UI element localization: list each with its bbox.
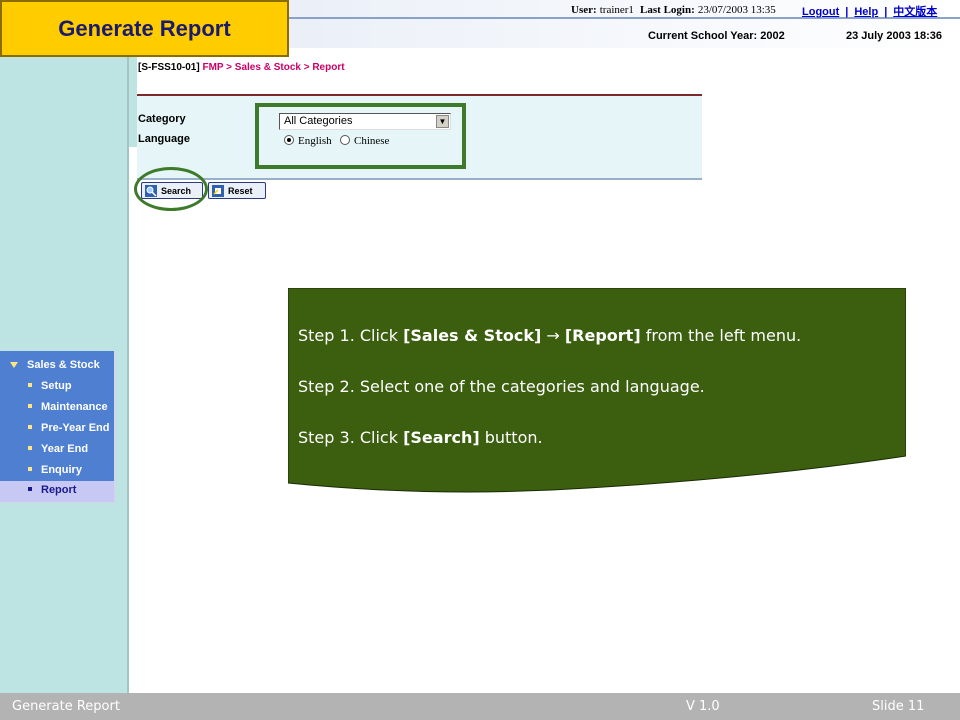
reset-button-label: Reset — [228, 185, 253, 196]
link-separator: | — [845, 6, 849, 18]
user-info: User: trainer1 Last Login: 23/07/2003 13… — [571, 4, 776, 16]
step-1-menu: [Sales & Stock] — [403, 326, 542, 345]
bullet-icon — [28, 404, 32, 408]
screen-code: [S-FSS10-01] — [138, 62, 200, 73]
step-1-suffix: from the left menu. — [640, 326, 802, 345]
reset-button[interactable]: Reset — [208, 182, 266, 199]
category-label: Category — [138, 113, 186, 125]
triangle-down-icon — [10, 362, 18, 369]
step-1-prefix: Step 1. Click — [298, 326, 404, 345]
language-label: Language — [138, 133, 190, 145]
sidebar-item-label: Pre-Year End — [41, 422, 110, 434]
bullet-icon — [28, 487, 32, 491]
school-year: Current School Year: 2002 — [648, 30, 785, 42]
footer-version: V 1.0 — [686, 699, 720, 714]
sidebar-item-year-end[interactable]: Year End — [0, 440, 114, 461]
sidebar-menu: Sales & Stock Setup Maintenance Pre-Year… — [0, 351, 116, 503]
footer-slide-number: Slide 11 — [872, 699, 925, 714]
chinese-version-link[interactable]: 中文版本 — [893, 6, 937, 18]
bullet-icon — [28, 383, 32, 387]
bullet-icon — [28, 446, 32, 450]
sidebar-title[interactable]: Sales & Stock — [10, 359, 100, 371]
link-separator: | — [884, 6, 888, 18]
sidebar-item-maintenance[interactable]: Maintenance — [0, 398, 114, 419]
form-highlight-box — [255, 103, 466, 169]
logout-link[interactable]: Logout — [802, 6, 839, 18]
sidebar-item-label: Report — [41, 484, 77, 496]
form-bottom-rule — [137, 178, 702, 180]
step-3-button: [Search] — [403, 428, 480, 447]
slide-title: Generate Report — [58, 15, 231, 41]
step-3-prefix: Step 3. Click — [298, 428, 404, 447]
sidebar-item-pre-year-end[interactable]: Pre-Year End — [0, 419, 114, 440]
last-login-label: Last Login: — [640, 4, 695, 16]
user-label: User: — [571, 4, 597, 16]
step-3-suffix: button. — [479, 428, 543, 447]
user-value: trainer1 — [599, 4, 634, 16]
sidebar-item-label: Setup — [41, 380, 72, 392]
sidebar-item-label: Maintenance — [41, 401, 108, 413]
search-highlight-circle — [134, 167, 208, 211]
breadcrumb-path: FMP > Sales & Stock > Report — [202, 62, 345, 73]
bullet-icon — [28, 467, 32, 471]
step-3-text: Step 3. Click [Search] button. — [298, 428, 543, 447]
slide-title-box: Generate Report — [0, 0, 289, 57]
arrow-right-icon: → — [546, 326, 560, 345]
reset-icon — [212, 184, 224, 197]
bullet-icon — [28, 425, 32, 429]
footer-title: Generate Report — [12, 699, 120, 714]
sidebar-title-label: Sales & Stock — [27, 359, 100, 371]
step-1-text: Step 1. Click [Sales & Stock] → [Report]… — [298, 326, 801, 345]
header-links: Logout | Help | 中文版本 — [802, 3, 937, 19]
sidebar-item-enquiry[interactable]: Enquiry — [0, 461, 114, 482]
slide-footer: Generate Report V 1.0 Slide 11 — [0, 693, 960, 720]
step-1-submenu: [Report] — [564, 326, 641, 345]
step-2-text: Step 2. Select one of the categories and… — [298, 377, 705, 396]
sidebar-item-label: Year End — [41, 443, 89, 455]
left-panel-extension — [129, 57, 137, 147]
help-link[interactable]: Help — [854, 6, 878, 18]
header-datetime: 23 July 2003 18:36 — [846, 30, 943, 42]
sidebar-item-label: Enquiry — [41, 464, 82, 476]
last-login-value: 23/07/2003 13:35 — [697, 4, 776, 16]
sidebar-item-setup[interactable]: Setup — [0, 377, 114, 398]
sidebar-item-report[interactable]: Report — [0, 481, 114, 502]
breadcrumb: [S-FSS10-01] FMP > Sales & Stock > Repor… — [138, 62, 345, 73]
